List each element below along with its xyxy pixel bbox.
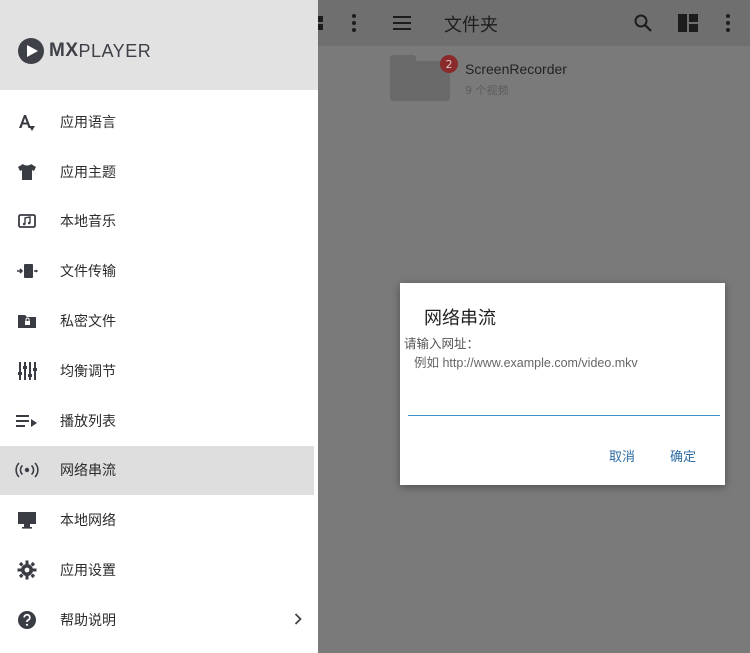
new-count-badge: 2: [440, 55, 458, 73]
url-prompt-label: 请输入网址：: [404, 336, 480, 351]
drawer-item-theme[interactable]: 应用主题: [0, 147, 318, 197]
more-vert-icon[interactable]: [346, 10, 362, 36]
playlist-icon: [14, 408, 40, 434]
drawer-item-label: 帮助说明: [60, 612, 116, 629]
navigation-drawer: MX PLAYER 应用语言 应用主题 本地音乐 文件传输 私密文件 均衡调节 …: [0, 0, 318, 653]
page-title: 文件夹: [444, 15, 498, 36]
play-logo-icon: [18, 38, 44, 64]
music-icon: [14, 208, 40, 234]
shirt-icon: [14, 159, 40, 185]
logo-player: PLAYER: [78, 40, 152, 61]
search-icon[interactable]: [632, 10, 654, 36]
grid-view-icon[interactable]: [677, 10, 699, 36]
language-icon: [14, 109, 40, 135]
gear-icon: [14, 557, 40, 583]
drawer-item-network-stream[interactable]: 网络串流: [0, 445, 314, 496]
drawer-item-label: 私密文件: [60, 314, 116, 331]
folder-video-count: 9 个视频: [465, 84, 509, 97]
drawer-item-label: 播放列表: [60, 413, 116, 430]
drawer-item-label: 网络串流: [60, 463, 116, 480]
cancel-button[interactable]: 取消: [609, 446, 635, 465]
drawer-item-local-network[interactable]: 本地网络: [0, 495, 318, 545]
drawer-item-help[interactable]: 帮助说明: [0, 595, 318, 645]
drawer-item-language[interactable]: 应用语言: [0, 97, 318, 147]
private-folder-icon: [14, 308, 40, 334]
drawer-menu: 应用语言 应用主题 本地音乐 文件传输 私密文件 均衡调节 播放列表 网络串流 …: [0, 97, 318, 645]
url-example-hint: 例如 http://www.example.com/video.mkv: [414, 356, 638, 370]
drawer-item-label: 应用主题: [60, 164, 116, 181]
drawer-item-file-transfer[interactable]: 文件传输: [0, 246, 318, 296]
drawer-item-playlist[interactable]: 播放列表: [0, 396, 318, 446]
dialog-title: 网络串流: [424, 308, 496, 329]
drawer-header: MX PLAYER: [0, 0, 318, 90]
stream-icon: [14, 457, 40, 483]
chevron-right-icon: [294, 609, 302, 630]
drawer-item-label: 本地网络: [60, 513, 116, 530]
mx-player-logo: MX PLAYER: [18, 38, 151, 64]
network-stream-dialog: 网络串流 请输入网址： 例如 http://www.example.com/vi…: [400, 283, 725, 485]
confirm-button[interactable]: 确定: [670, 446, 696, 465]
equalizer-icon: [14, 358, 40, 384]
folder-item[interactable]: 2: [390, 55, 458, 101]
drawer-item-settings[interactable]: 应用设置: [0, 545, 318, 595]
drawer-item-label: 应用语言: [60, 114, 116, 131]
drawer-item-label: 本地音乐: [60, 214, 116, 231]
help-icon: [14, 607, 40, 633]
drawer-item-local-music[interactable]: 本地音乐: [0, 197, 318, 247]
drawer-item-label: 均衡调节: [60, 363, 116, 380]
drawer-item-equalizer[interactable]: 均衡调节: [0, 346, 318, 396]
more-vert-icon[interactable]: [722, 10, 734, 36]
drawer-item-label: 应用设置: [60, 563, 116, 580]
monitor-icon: [14, 507, 40, 533]
drawer-item-private-files[interactable]: 私密文件: [0, 296, 318, 346]
logo-mx: MX: [49, 40, 79, 61]
url-input[interactable]: [408, 383, 720, 416]
drawer-item-label: 文件传输: [60, 264, 116, 281]
menu-icon[interactable]: [392, 10, 412, 36]
folder-name[interactable]: ScreenRecorder: [465, 61, 567, 77]
transfer-icon: [14, 258, 40, 284]
